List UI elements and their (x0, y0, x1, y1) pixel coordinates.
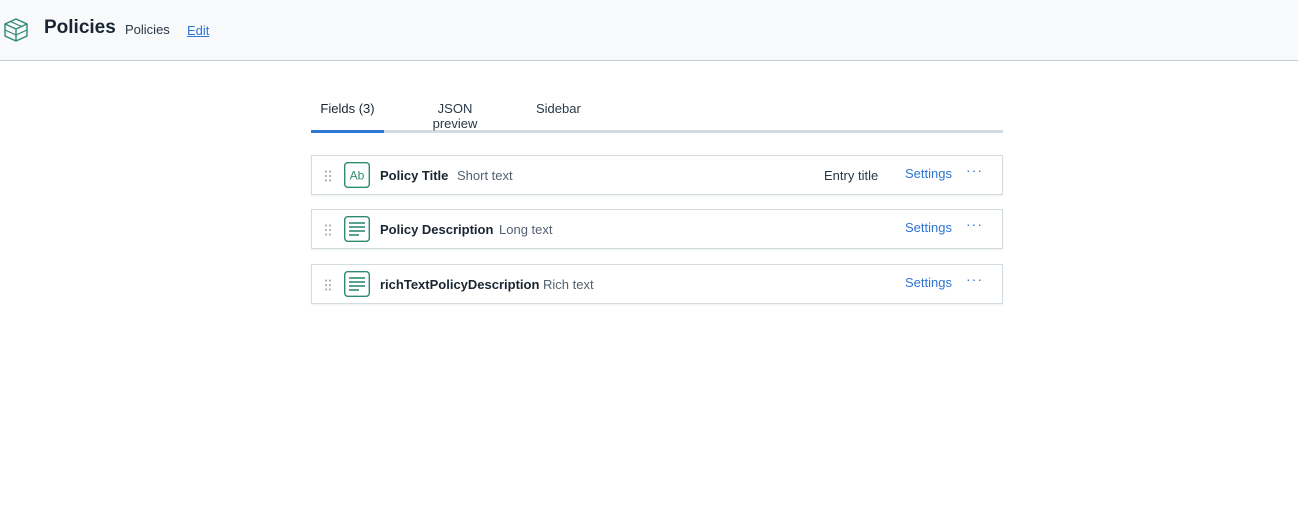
content-type-api-id: Policies (125, 22, 170, 37)
drag-handle-icon[interactable] (325, 224, 331, 236)
long-text-icon (344, 216, 370, 242)
more-actions-button[interactable]: ··· (966, 162, 983, 178)
page-title: Policies (44, 17, 116, 38)
content-type-header: Policies Policies Edit (0, 0, 1298, 61)
drag-handle-icon[interactable] (325, 170, 331, 182)
field-row[interactable]: Ab Policy Title Short text Entry title S… (311, 155, 1003, 195)
more-actions-button[interactable]: ··· (966, 216, 983, 232)
settings-button[interactable]: Settings (905, 220, 952, 235)
field-type: Long text (499, 222, 553, 237)
edit-link[interactable]: Edit (187, 23, 209, 38)
rich-text-icon (344, 271, 370, 297)
field-row[interactable]: Policy Description Long text Settings ··… (311, 209, 1003, 249)
settings-button[interactable]: Settings (905, 275, 952, 290)
tab-sidebar[interactable]: Sidebar (536, 90, 581, 133)
field-row[interactable]: richTextPolicyDescription Rich text Sett… (311, 264, 1003, 304)
short-text-icon: Ab (344, 162, 370, 188)
entry-title-badge: Entry title (824, 168, 879, 183)
drag-handle-icon[interactable] (325, 279, 331, 291)
svg-text:Ab: Ab (350, 169, 365, 183)
more-actions-button[interactable]: ··· (966, 271, 983, 287)
settings-button[interactable]: Settings (905, 166, 952, 181)
field-name: richTextPolicyDescription (380, 277, 540, 292)
field-name: Policy Title (380, 168, 449, 183)
field-type: Short text (457, 168, 513, 183)
tab-fields[interactable]: Fields (3) (311, 90, 384, 133)
field-type: Rich text (543, 277, 594, 292)
tab-json-preview[interactable]: JSON preview (416, 90, 494, 133)
content-type-icon (4, 18, 28, 42)
tab-bar: Fields (3) JSON preview Sidebar (311, 90, 1003, 133)
field-name: Policy Description (380, 222, 494, 237)
